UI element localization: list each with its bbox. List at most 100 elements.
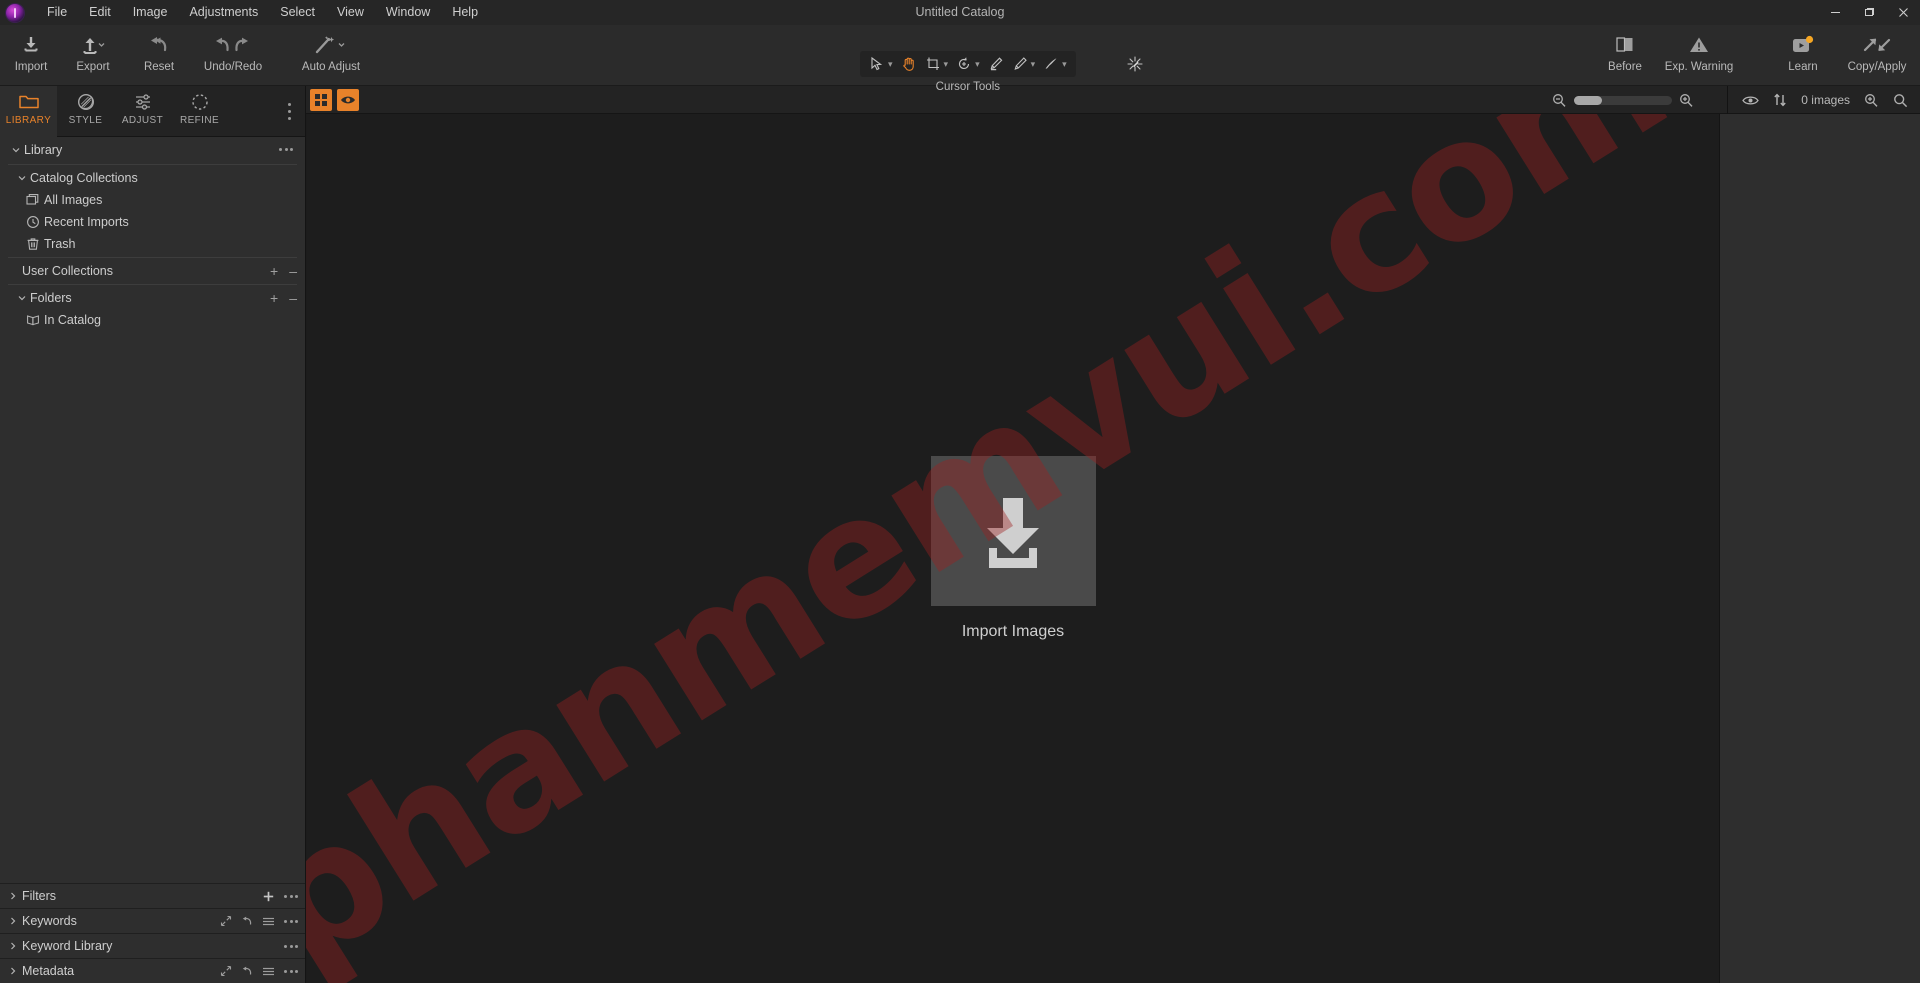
crop-tool-button[interactable]: ▾	[921, 51, 953, 77]
tab-library[interactable]: LIBRARY	[0, 86, 57, 137]
reset-icon[interactable]	[241, 965, 253, 977]
reset-label: Reset	[143, 61, 175, 73]
tab-style[interactable]: STYLE	[57, 86, 114, 137]
panel-options-icon[interactable]	[281, 95, 297, 128]
panel-filters[interactable]: Filters	[0, 883, 305, 908]
tree-group-folders[interactable]: Folders + –	[0, 287, 305, 309]
remove-user-collection-button[interactable]: –	[289, 263, 297, 279]
menu-item-adjustments[interactable]: Adjustments	[178, 0, 269, 25]
zoom-in-icon[interactable]	[1679, 93, 1694, 108]
reset-button[interactable]: Reset	[128, 25, 190, 86]
reset-icon	[147, 32, 171, 58]
plus-icon[interactable]	[262, 890, 275, 903]
tab-refine[interactable]: REFINE	[171, 86, 228, 137]
auto-adjust-button[interactable]: Auto Adjust	[288, 25, 374, 86]
remove-folder-button[interactable]: –	[289, 290, 297, 306]
panel-metadata[interactable]: Metadata	[0, 958, 305, 983]
maximize-button[interactable]	[1852, 0, 1886, 25]
tree-group-user-collections[interactable]: User Collections + –	[0, 260, 305, 282]
panel-keyword-library-label: Keyword Library	[22, 939, 113, 953]
eraser-brush-tool-button[interactable]: ▾	[1039, 51, 1071, 77]
sort-icon[interactable]	[1773, 93, 1787, 107]
viewer-toggle-button[interactable]	[337, 89, 359, 111]
all-images-icon	[22, 193, 44, 207]
reset-icon[interactable]	[241, 915, 253, 927]
undo-redo-button[interactable]: Undo/Redo	[190, 25, 276, 86]
menu-item-window[interactable]: Window	[375, 0, 441, 25]
expand-icon[interactable]	[220, 915, 232, 927]
copy-apply-button[interactable]: Copy/Apply	[1834, 25, 1920, 86]
chevron-right-icon	[4, 891, 22, 901]
minimize-button[interactable]	[1818, 0, 1852, 25]
divider	[8, 164, 297, 165]
import-label: Import	[14, 61, 48, 73]
before-label: Before	[1608, 61, 1642, 73]
menu-item-help[interactable]: Help	[441, 0, 489, 25]
select-tool-caret[interactable]: ▾	[888, 59, 893, 70]
right-panel	[1719, 114, 1920, 983]
menu-icon[interactable]	[262, 916, 275, 927]
visibility-eye-icon[interactable]	[1742, 94, 1760, 107]
menu-item-file[interactable]: File	[36, 0, 78, 25]
menu-item-image[interactable]: Image	[122, 0, 179, 25]
tree-item-in-catalog[interactable]: In Catalog	[0, 309, 305, 331]
pan-hand-tool-button[interactable]	[897, 51, 921, 77]
tree-item-in-catalog-label: In Catalog	[44, 313, 101, 327]
eraser-brush-caret[interactable]: ▾	[1062, 59, 1067, 70]
draw-mask-pen-tool-button[interactable]: ▾	[1008, 51, 1040, 77]
more-options-icon[interactable]	[284, 944, 298, 948]
panel-keyword-library[interactable]: Keyword Library	[0, 933, 305, 958]
menu-item-select[interactable]: Select	[269, 0, 326, 25]
more-options-icon[interactable]	[279, 148, 293, 151]
grid-view-button[interactable]	[310, 89, 332, 111]
expand-icon[interactable]	[220, 965, 232, 977]
cursor-tools-bar: ▾ ▾ ▾ ▾ ▾	[860, 51, 1076, 77]
library-tree: Catalog Collections All Images Recent Im…	[0, 162, 305, 883]
zoom-slider-handle[interactable]	[1574, 95, 1602, 105]
menu-item-edit[interactable]: Edit	[78, 0, 122, 25]
select-tool-button[interactable]: ▾	[865, 51, 897, 77]
add-user-collection-button[interactable]: +	[270, 263, 278, 279]
import-images-button[interactable]	[930, 456, 1096, 606]
learn-play-icon	[1789, 32, 1817, 58]
zoom-slider[interactable]	[1574, 95, 1672, 105]
exposure-warning-button[interactable]: Exp. Warning	[1656, 25, 1742, 86]
left-sidebar: LIBRARY STYLE ADJUST REFINE Library Cata…	[0, 86, 306, 983]
menu-item-view[interactable]: View	[326, 0, 375, 25]
search-icon[interactable]	[1893, 93, 1908, 108]
main-toolbar: Import Export Reset Undo/Redo Auto Adjus…	[0, 25, 1920, 93]
rotate-tool-caret[interactable]: ▾	[975, 59, 980, 70]
import-images-placeholder[interactable]: Import Images	[930, 456, 1096, 641]
learn-button[interactable]: Learn	[1772, 25, 1834, 86]
add-folder-button[interactable]: +	[270, 290, 278, 306]
cursor-tools-label: Cursor Tools	[935, 81, 1000, 93]
library-panel-header[interactable]: Library	[0, 137, 305, 162]
menu-icon[interactable]	[262, 966, 275, 977]
zoom-out-icon[interactable]	[1552, 93, 1567, 108]
tree-item-all-images[interactable]: All Images	[0, 189, 305, 211]
tab-adjust[interactable]: ADJUST	[114, 86, 171, 137]
auto-adjust-label: Auto Adjust	[301, 61, 361, 73]
close-button[interactable]	[1886, 0, 1920, 25]
before-button[interactable]: Before	[1594, 25, 1656, 86]
divider	[8, 257, 297, 258]
more-options-icon[interactable]	[284, 969, 298, 973]
chevron-down-icon	[8, 145, 24, 155]
more-options-icon[interactable]	[284, 894, 298, 898]
draw-mask-pen-caret[interactable]: ▾	[1031, 59, 1036, 70]
chevron-right-icon	[4, 966, 22, 976]
panel-keywords[interactable]: Keywords	[0, 908, 305, 933]
rotate-tool-button[interactable]: ▾	[952, 51, 984, 77]
tree-item-trash[interactable]: Trash	[0, 233, 305, 255]
export-button[interactable]: Export	[62, 25, 124, 86]
heal-clone-tool-button[interactable]	[984, 51, 1008, 77]
spot-removal-tool-button[interactable]	[1123, 51, 1147, 77]
tree-item-recent-imports[interactable]: Recent Imports	[0, 211, 305, 233]
import-button[interactable]: Import	[0, 25, 62, 86]
sliders-icon	[135, 94, 150, 110]
more-options-icon[interactable]	[284, 919, 298, 923]
zoom-in-icon-right[interactable]	[1864, 93, 1879, 108]
tree-group-catalog-collections[interactable]: Catalog Collections	[0, 167, 305, 189]
crop-tool-caret[interactable]: ▾	[944, 59, 949, 70]
browser-status-group: 0 images	[1727, 86, 1920, 114]
